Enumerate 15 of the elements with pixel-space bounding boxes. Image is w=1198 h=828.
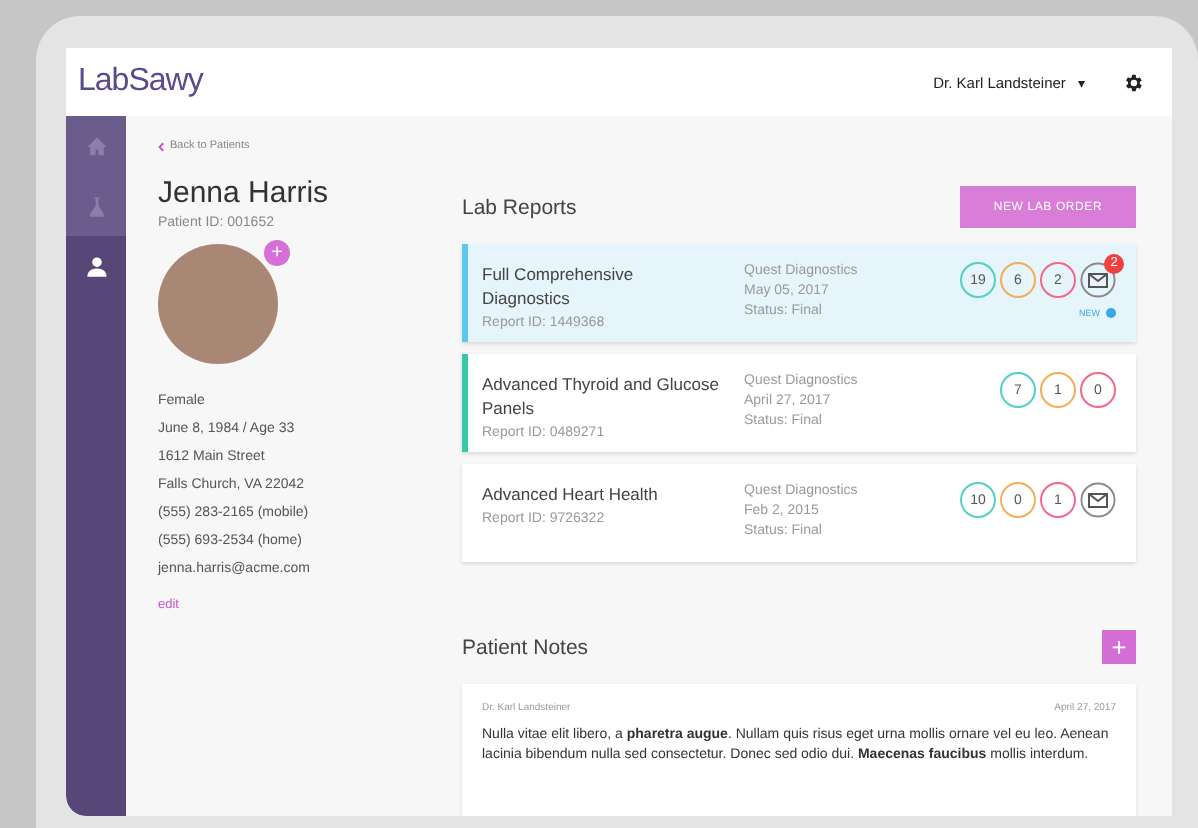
- flask-icon: [85, 195, 107, 217]
- home-icon: [85, 135, 107, 157]
- patient-name: Jenna Harris: [158, 176, 329, 210]
- new-dot: [1106, 308, 1116, 318]
- report-name: Advanced Heart Health: [482, 482, 660, 507]
- report-name: Full Comprehensive Diagnostics: [482, 262, 636, 310]
- section-title: Patient Notes: [462, 635, 589, 660]
- logo[interactable]: LabSawy: [78, 64, 203, 100]
- mail-icon[interactable]: [1080, 482, 1116, 519]
- report-name: Advanced Thyroid and Glucose Panels: [482, 372, 721, 421]
- mail-icon[interactable]: [1080, 262, 1116, 298]
- settings-icon[interactable]: [1122, 71, 1144, 93]
- person-icon: [85, 255, 107, 277]
- section-title: Lab Reports: [462, 195, 577, 219]
- chevron-left-icon: [158, 141, 164, 151]
